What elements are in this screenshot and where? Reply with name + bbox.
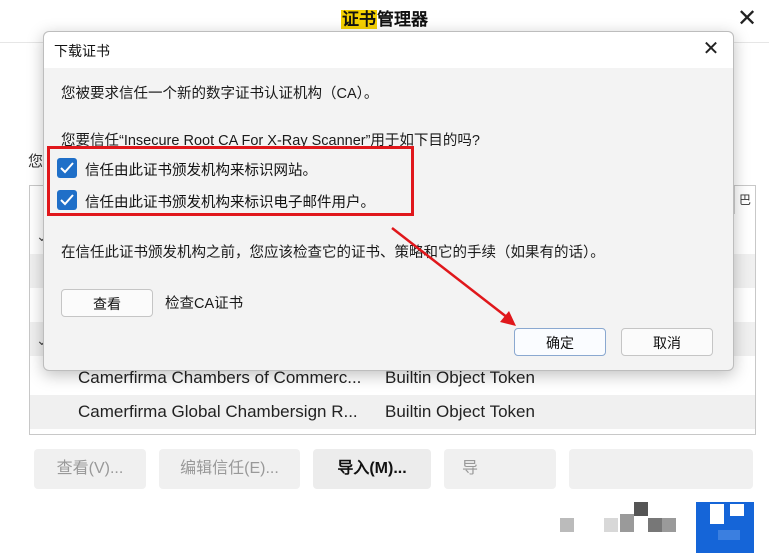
window-title-rest: 管理器: [377, 10, 428, 29]
dialog-title: 下载证书: [54, 43, 110, 59]
view-certificate-label: 检查CA证书: [165, 296, 244, 312]
window-title-highlight: 证书: [341, 10, 377, 29]
download-certificate-dialog: 下载证书 ✕ 您被要求信任一个新的数字证书认证机构（CA）。 您要信任“Inse…: [43, 31, 734, 371]
delete-button[interactable]: [569, 449, 753, 489]
cert-name: Camerfirma Global Chambersign R...: [78, 402, 358, 421]
cert-token: Builtin Object Token: [385, 402, 535, 421]
cancel-button[interactable]: 取消: [621, 328, 713, 356]
advice-text: 在信任此证书颁发机构之前，您应该检查它的证书、策略和它的手续（如果有的话）。: [61, 245, 605, 261]
background-label: 您: [28, 153, 44, 170]
edit-trust-button[interactable]: 编辑信任(E)...: [159, 449, 300, 489]
dialog-close-icon[interactable]: ✕: [699, 37, 723, 61]
view-certificate-button[interactable]: 查看: [61, 289, 153, 317]
import-button[interactable]: 导入(M)...: [313, 449, 431, 489]
annotation-highlight-box: [47, 146, 414, 216]
export-button[interactable]: 导: [444, 449, 556, 489]
window-close-icon[interactable]: ✕: [733, 6, 761, 34]
view-cert-button[interactable]: 查看(V)...: [34, 449, 146, 489]
ok-button[interactable]: 确定: [514, 328, 606, 356]
table-row[interactable]: Camerfirma Global Chambersign R... Built…: [30, 395, 755, 429]
column-picker-icon[interactable]: 巴: [734, 186, 755, 214]
dialog-message: 您被要求信任一个新的数字证书认证机构（CA）。: [61, 86, 379, 102]
dialog-titlebar: 下载证书 ✕: [44, 32, 733, 68]
